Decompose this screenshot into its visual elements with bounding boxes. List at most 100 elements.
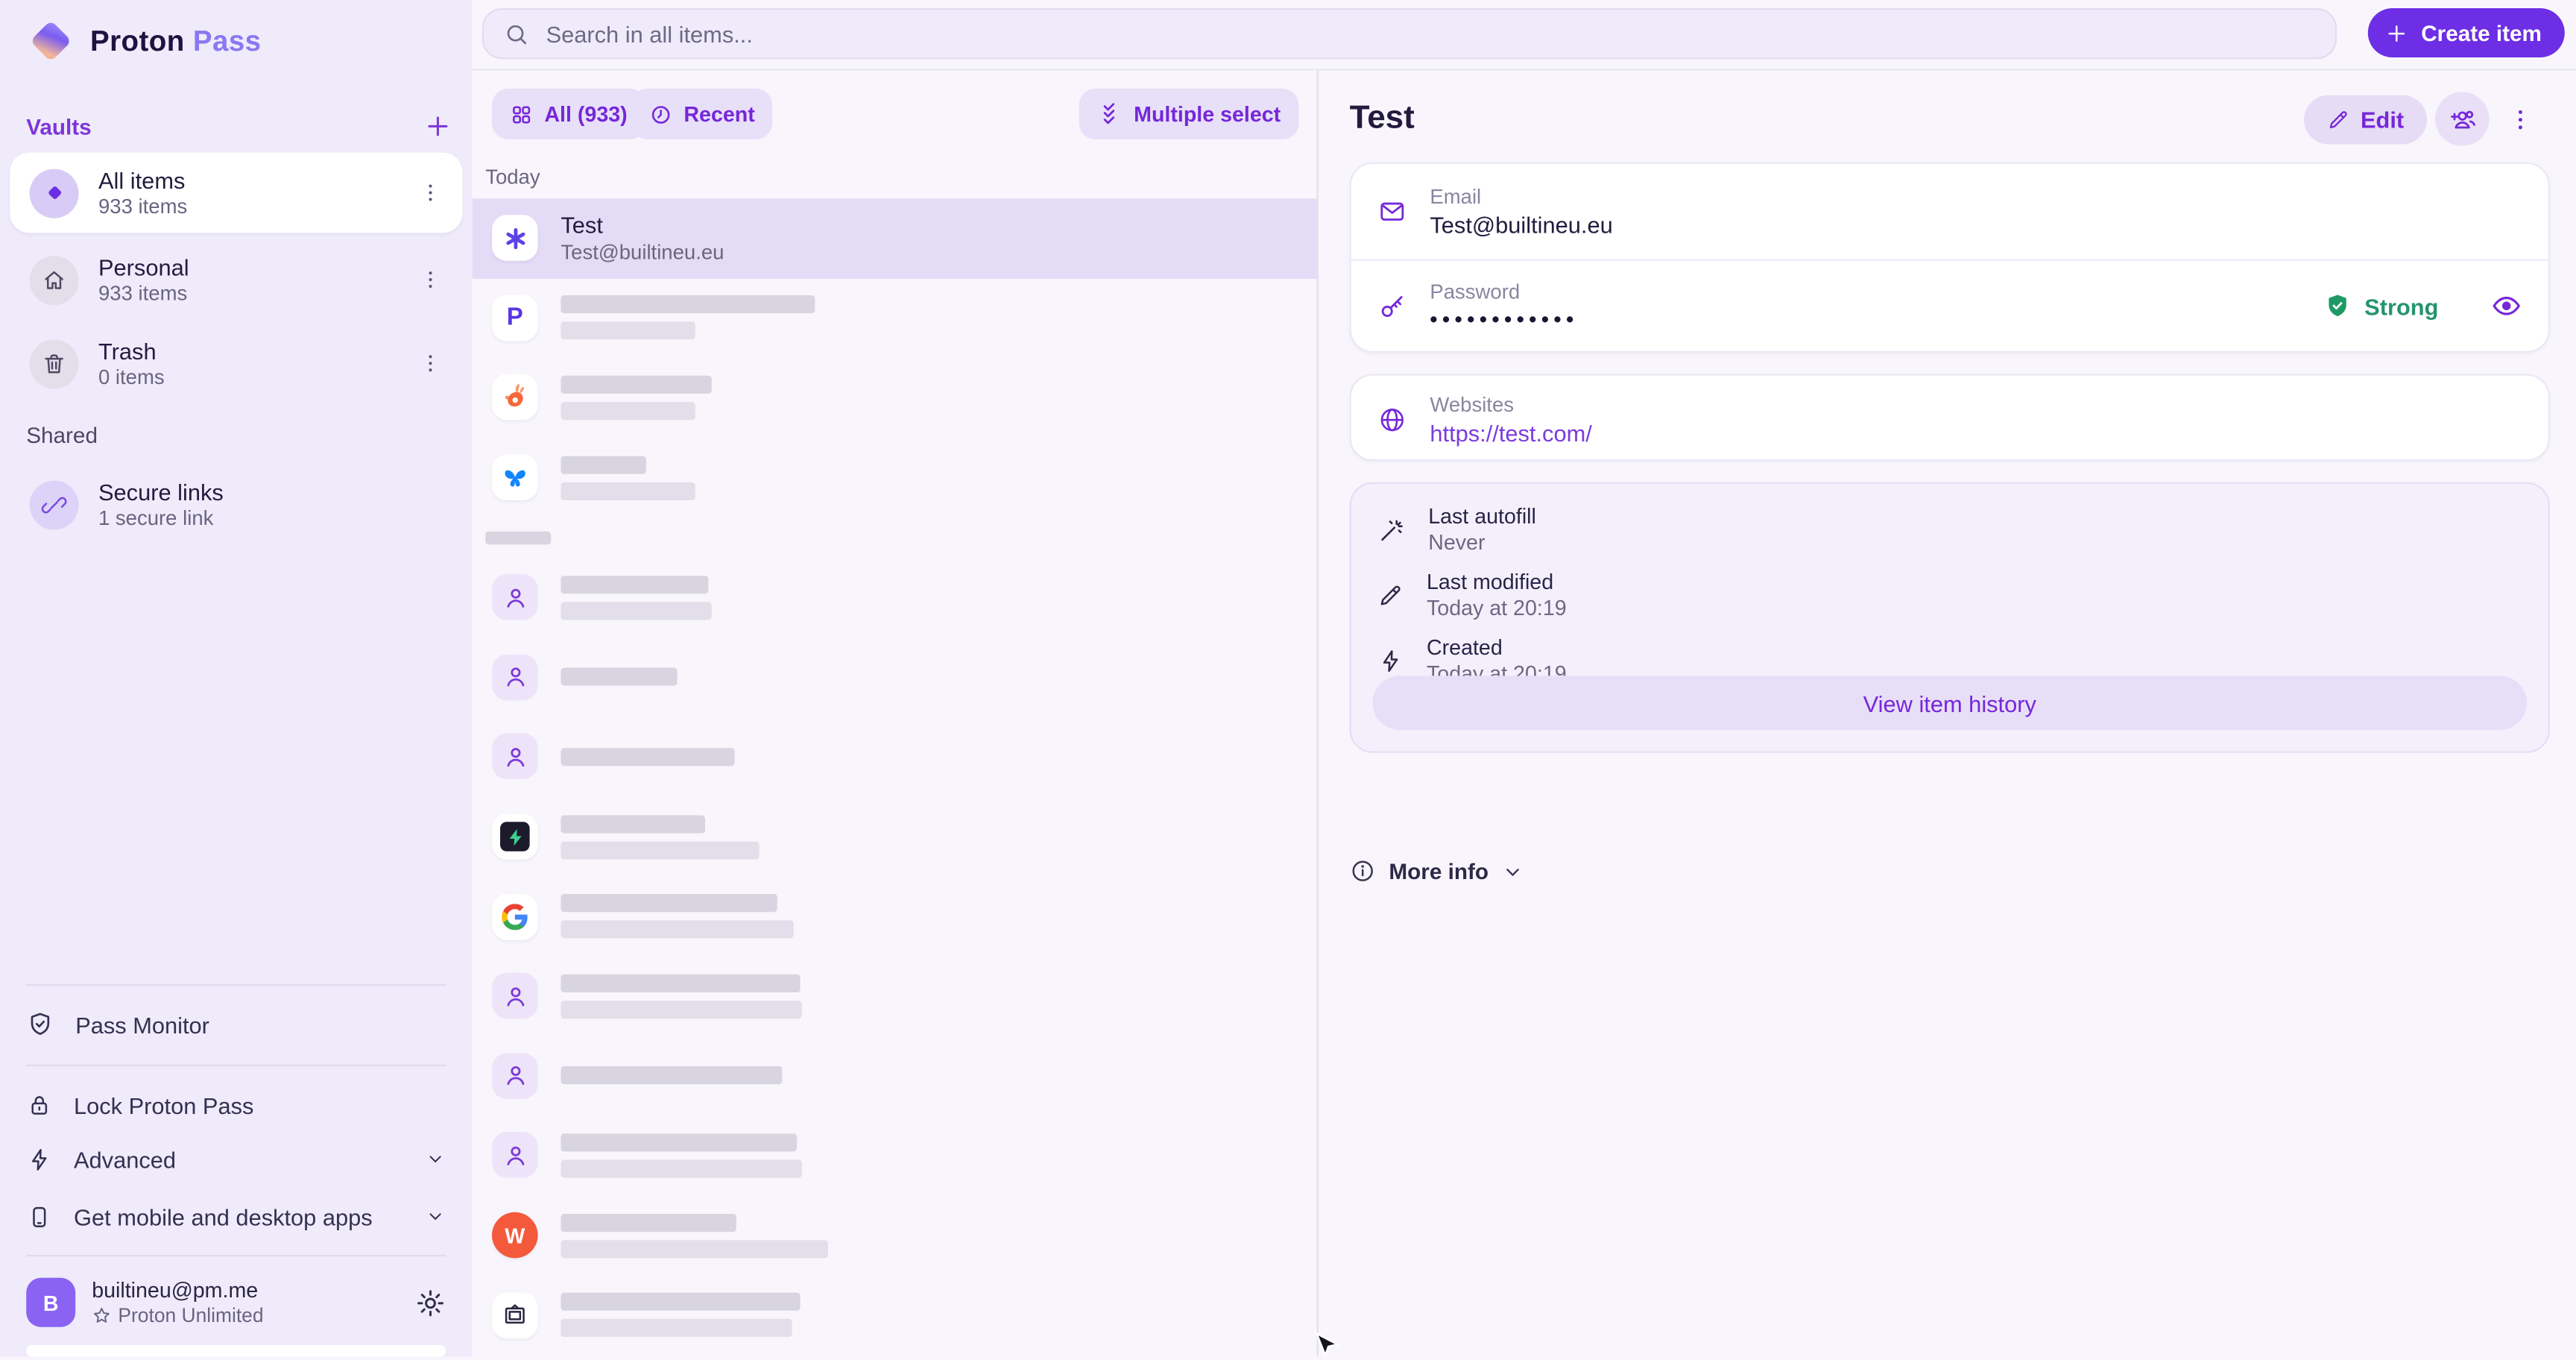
frame-icon bbox=[492, 1291, 538, 1338]
item-rows: Test Test@builtineu.eu P W bbox=[472, 198, 1317, 1356]
list-item[interactable] bbox=[473, 956, 1317, 1036]
list-item[interactable] bbox=[473, 1115, 1317, 1195]
chevron-down-icon bbox=[425, 1148, 446, 1170]
list-item-test[interactable]: Test Test@builtineu.eu bbox=[472, 198, 1317, 279]
eye-icon[interactable] bbox=[2491, 290, 2522, 321]
person-icon bbox=[492, 1132, 538, 1179]
redacted-bar bbox=[561, 974, 801, 992]
sidebar-item-label: Advanced bbox=[74, 1145, 177, 1172]
create-item-button[interactable]: Create item bbox=[2368, 8, 2565, 57]
share-button[interactable] bbox=[2435, 92, 2490, 146]
edit-button[interactable]: Edit bbox=[2303, 95, 2427, 145]
password-label: Password bbox=[1430, 280, 1521, 303]
chevron-down-icon bbox=[1502, 860, 1524, 882]
brand-wordmark: Proton Pass bbox=[90, 23, 262, 57]
redacted-bar bbox=[561, 1239, 828, 1258]
redacted-bar bbox=[561, 601, 712, 620]
list-item[interactable] bbox=[473, 358, 1317, 438]
settings-gear-icon[interactable] bbox=[415, 1287, 446, 1318]
sidebar-item-label: Pass Monitor bbox=[75, 1011, 209, 1038]
vault-options-icon[interactable] bbox=[411, 261, 449, 299]
shield-check-green-icon bbox=[2323, 292, 2351, 320]
redacted-bar bbox=[561, 295, 815, 315]
vault-options-icon[interactable] bbox=[411, 344, 449, 382]
home-icon bbox=[41, 267, 67, 293]
list-item[interactable]: P bbox=[473, 278, 1317, 358]
search-bar[interactable] bbox=[482, 8, 2337, 60]
account-row[interactable]: B builtineu@pm.me Proton Unlimited bbox=[10, 1271, 462, 1334]
view-item-history-button[interactable]: View item history bbox=[1372, 676, 2528, 730]
pencil-icon bbox=[1377, 582, 1404, 608]
person-icon bbox=[492, 574, 538, 621]
sidebar-vault-all-items[interactable]: All items 933 items bbox=[10, 152, 463, 233]
vault-count: 1 secure link bbox=[98, 506, 214, 529]
shield-check-icon bbox=[26, 1010, 54, 1038]
mouse-cursor bbox=[1315, 1332, 1340, 1359]
sidebar-item-lock-proton-pass[interactable]: Lock Proton Pass bbox=[10, 1083, 462, 1127]
phone-icon bbox=[26, 1203, 52, 1230]
globe-icon bbox=[1377, 404, 1407, 434]
filter-all-chip[interactable]: All (933) bbox=[492, 88, 645, 139]
list-item[interactable]: W bbox=[473, 1195, 1317, 1275]
redacted-bar bbox=[561, 1133, 798, 1152]
login-details-card: Email Test@builtineu.eu Password •••••••… bbox=[1349, 162, 2550, 353]
sidebar-shared-secure-links[interactable]: Secure links 1 secure link bbox=[10, 465, 462, 545]
meta-label: Created bbox=[1427, 635, 1503, 660]
email-row[interactable]: Email Test@builtineu.eu bbox=[1351, 164, 2548, 259]
redacted-bar bbox=[561, 1159, 802, 1178]
lock-icon bbox=[26, 1092, 52, 1118]
add-vault-icon[interactable] bbox=[423, 112, 453, 142]
sidebar-vault-personal[interactable]: Personal 933 items bbox=[10, 239, 462, 320]
list-item[interactable] bbox=[473, 1275, 1317, 1355]
share-users-icon bbox=[2448, 104, 2478, 134]
meta-label: Last modified bbox=[1427, 569, 1554, 594]
search-input[interactable] bbox=[543, 19, 2316, 48]
website-link[interactable]: https://test.com/ bbox=[1430, 418, 1591, 447]
rabbit-icon bbox=[492, 374, 538, 421]
chevron-down-icon bbox=[425, 1206, 446, 1227]
redacted-bar bbox=[561, 575, 709, 594]
item-list-panel: All (933) Recent Multiple select Today T… bbox=[472, 70, 1319, 1357]
list-item[interactable] bbox=[473, 877, 1317, 957]
redacted-bar bbox=[561, 1292, 801, 1312]
password-strength-badge: Strong bbox=[2323, 292, 2438, 320]
list-item[interactable] bbox=[473, 1036, 1317, 1115]
person-icon bbox=[492, 1053, 538, 1099]
more-info-toggle[interactable]: More info bbox=[1350, 858, 1524, 884]
sidebar-item-get-mobile-and-desktop-apps[interactable]: Get mobile and desktop apps bbox=[10, 1194, 462, 1238]
login-star-icon bbox=[492, 215, 538, 262]
sidebar-item-pass-monitor[interactable]: Pass Monitor bbox=[10, 1002, 462, 1046]
password-row[interactable]: Password •••••••••••• Strong bbox=[1351, 259, 2548, 353]
sidebar-item-label: Lock Proton Pass bbox=[74, 1092, 254, 1118]
clock-icon bbox=[649, 103, 672, 126]
filter-recent-chip[interactable]: Recent bbox=[631, 88, 773, 139]
multi-select-icon bbox=[1098, 101, 1123, 126]
redacted-bar bbox=[561, 668, 678, 687]
butterfly-icon bbox=[492, 454, 538, 501]
multiple-select-button[interactable]: Multiple select bbox=[1079, 88, 1299, 139]
supabase-icon bbox=[492, 813, 538, 860]
item-title: Test bbox=[1349, 100, 1415, 136]
list-item[interactable] bbox=[473, 717, 1317, 797]
grid-icon bbox=[510, 103, 533, 126]
list-section-label: Today bbox=[485, 166, 540, 189]
list-item[interactable] bbox=[473, 438, 1317, 517]
redacted-bar bbox=[561, 920, 794, 939]
item-detail-panel: Test Edit Email Test@builtineu.eu Passwo… bbox=[1320, 70, 2576, 1357]
sidebar-item-advanced[interactable]: Advanced bbox=[10, 1137, 462, 1181]
item-subtitle: Test@builtineu.eu bbox=[561, 240, 724, 264]
sidebar-item-label: Get mobile and desktop apps bbox=[74, 1203, 373, 1230]
sidebar-vault-trash[interactable]: Trash 0 items bbox=[10, 323, 462, 403]
person-icon bbox=[492, 734, 538, 780]
proton-pass-diamond-icon bbox=[25, 15, 77, 67]
list-item[interactable] bbox=[473, 638, 1317, 717]
list-item[interactable] bbox=[473, 797, 1317, 877]
more-options-icon[interactable] bbox=[2504, 104, 2536, 136]
redacted-bar bbox=[561, 1000, 802, 1019]
vault-options-icon[interactable] bbox=[411, 174, 449, 212]
bolt-icon bbox=[1377, 648, 1404, 674]
list-item[interactable] bbox=[473, 558, 1317, 638]
metadata-card: Last autofill Never Last modified Today at … bbox=[1349, 482, 2550, 753]
vault-name: Personal bbox=[98, 253, 189, 280]
website-row[interactable]: Websites https://test.com/ bbox=[1351, 376, 2548, 463]
